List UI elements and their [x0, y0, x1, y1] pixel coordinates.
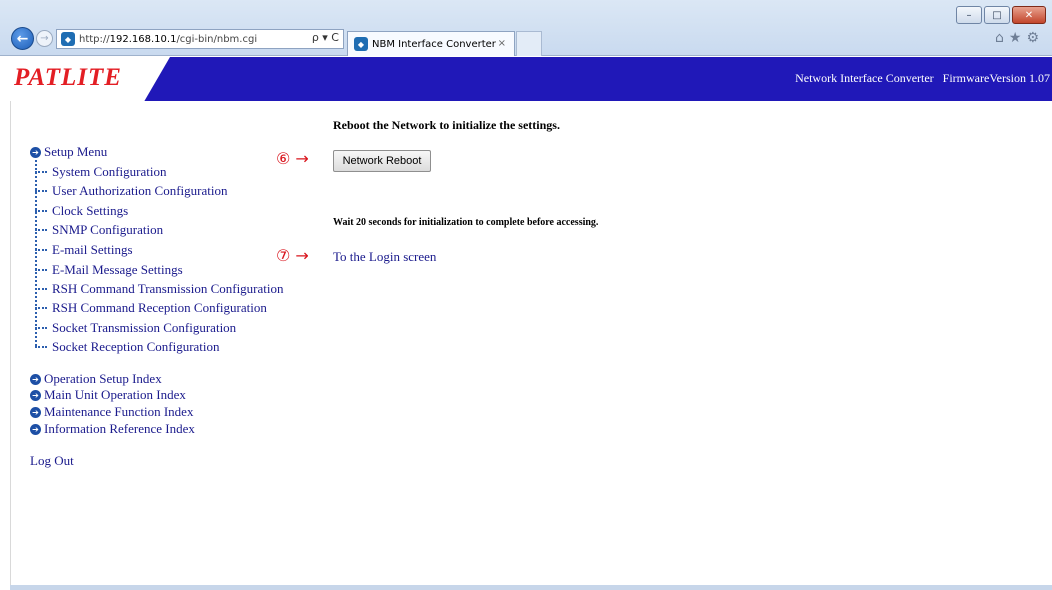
- tree-branch-icon: [35, 190, 47, 192]
- arrow-bullet-icon: ➔: [30, 146, 41, 158]
- address-prefix: http://: [79, 33, 110, 45]
- tree-branch-icon: [35, 307, 47, 309]
- minimize-button[interactable]: –: [956, 6, 982, 24]
- arrow-bullet-icon: ➔: [30, 389, 41, 401]
- back-arrow-icon[interactable]: ←: [11, 27, 34, 50]
- menu-item-label: SNMP Configuration: [52, 222, 164, 237]
- page-header: PATLITE Network Interface Converter Firm…: [10, 57, 1052, 101]
- logo-area: PATLITE: [10, 57, 170, 101]
- tree-branch-icon: [35, 327, 47, 329]
- arrow-bullet-icon: ➔: [30, 373, 41, 385]
- forward-arrow-icon[interactable]: →: [36, 30, 53, 47]
- close-window-button[interactable]: ✕: [1012, 6, 1046, 24]
- arrow-bullet-icon: ➔: [30, 423, 41, 435]
- menu-item-system-configuration[interactable]: System Configuration: [35, 164, 166, 180]
- menu-item-label: Socket Transmission Configuration: [52, 320, 237, 335]
- status-bar-edge: [10, 585, 1052, 590]
- setup-menu-label: Setup Menu: [44, 144, 108, 159]
- index-link-label: Maintenance Function Index: [44, 404, 194, 419]
- index-link-label: Operation Setup Index: [44, 371, 162, 386]
- menu-item-clock-settings[interactable]: Clock Settings: [35, 203, 128, 219]
- menu-item-label: E-mail Settings: [52, 242, 133, 257]
- logout-link[interactable]: Log Out: [30, 453, 74, 469]
- address-host: 192.168.10.1: [109, 33, 177, 45]
- tab-title: NBM Interface Converter: [372, 38, 496, 50]
- menu-item-socket-reception[interactable]: Socket Reception Configuration: [35, 339, 220, 355]
- annotation-step-7: ⑦ →: [276, 246, 309, 265]
- search-refresh-icon[interactable]: ρ ▾ C: [312, 31, 339, 44]
- address-bar[interactable]: ◆ http://192.168.10.1/cgi-bin/nbm.cgi ρ …: [56, 29, 344, 49]
- new-tab-button[interactable]: [516, 31, 542, 56]
- menu-item-label: E-Mail Message Settings: [52, 262, 183, 277]
- menu-item-email-settings[interactable]: E-mail Settings: [35, 242, 133, 258]
- tree-branch-icon: [35, 171, 47, 173]
- menu-item-label: System Configuration: [52, 164, 167, 179]
- page-title: Reboot the Network to initialize the set…: [333, 118, 560, 132]
- menu-item-label: RSH Command Reception Configuration: [52, 300, 267, 315]
- tree-branch-icon: [35, 269, 47, 271]
- arrow-bullet-icon: ➔: [30, 406, 41, 418]
- tab-close-icon[interactable]: ×: [498, 38, 506, 49]
- menu-item-label: RSH Command Transmission Configuration: [52, 281, 284, 296]
- menu-item-rsh-reception[interactable]: RSH Command Reception Configuration: [35, 300, 267, 316]
- operation-setup-index-link[interactable]: ➔ Operation Setup Index: [30, 371, 162, 387]
- menu-item-socket-transmission[interactable]: Socket Transmission Configuration: [35, 320, 236, 336]
- network-reboot-button[interactable]: Network Reboot: [333, 150, 431, 172]
- menu-item-label: User Authorization Configuration: [52, 183, 228, 198]
- login-screen-link[interactable]: To the Login screen: [333, 249, 436, 265]
- menu-item-label: Socket Reception Configuration: [52, 339, 220, 354]
- menu-item-user-authorization[interactable]: User Authorization Configuration: [35, 183, 227, 199]
- information-reference-index-link[interactable]: ➔ Information Reference Index: [30, 421, 195, 437]
- home-star-gear-icons[interactable]: ⌂★⚙: [995, 30, 1044, 46]
- window-controls: – □ ✕: [956, 6, 1046, 24]
- maximize-button[interactable]: □: [984, 6, 1010, 24]
- tab-favicon-icon: ◆: [354, 37, 368, 51]
- browser-tab[interactable]: ◆ NBM Interface Converter ×: [347, 31, 515, 56]
- wait-instruction-text: Wait 20 seconds for initialization to co…: [333, 217, 599, 228]
- tree-branch-icon: [35, 249, 47, 251]
- menu-item-email-message-settings[interactable]: E-Mail Message Settings: [35, 262, 183, 278]
- menu-item-label: Clock Settings: [52, 203, 129, 218]
- menu-item-rsh-transmission[interactable]: RSH Command Transmission Configuration: [35, 281, 284, 297]
- menu-item-snmp-configuration[interactable]: SNMP Configuration: [35, 222, 163, 238]
- header-product-info: Network Interface Converter FirmwareVers…: [795, 71, 1050, 85]
- tree-branch-icon: [35, 288, 47, 290]
- index-link-label: Main Unit Operation Index: [44, 387, 186, 402]
- address-path: /cgi-bin/nbm.cgi: [176, 33, 258, 45]
- patlite-logo: PATLITE: [14, 64, 122, 91]
- maintenance-function-index-link[interactable]: ➔ Maintenance Function Index: [30, 404, 193, 420]
- setup-menu-heading[interactable]: ➔ Setup Menu: [30, 144, 107, 160]
- page-left-border: [10, 101, 11, 590]
- tree-branch-icon: [35, 229, 47, 231]
- index-link-label: Information Reference Index: [44, 421, 195, 436]
- site-favicon-icon: ◆: [61, 32, 75, 46]
- annotation-step-6: ⑥ →: [276, 149, 309, 168]
- browser-chrome: – □ ✕ ← → ◆ http://192.168.10.1/cgi-bin/…: [0, 0, 1052, 56]
- tree-branch-icon: [35, 346, 47, 348]
- tree-branch-icon: [35, 210, 47, 212]
- main-unit-operation-index-link[interactable]: ➔ Main Unit Operation Index: [30, 387, 186, 403]
